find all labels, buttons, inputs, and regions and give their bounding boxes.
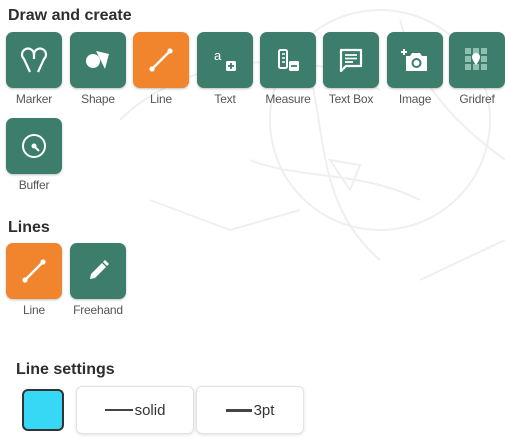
- tool-line[interactable]: Line: [132, 32, 190, 106]
- tool-label: Text Box: [328, 92, 374, 106]
- pencil-icon: [90, 260, 109, 279]
- section-title-lines: Lines: [8, 219, 50, 236]
- line-settings-row: solid 3pt: [22, 385, 304, 435]
- tool-label: Shape: [81, 92, 115, 106]
- text-icon: a: [214, 48, 236, 71]
- line-mode-button[interactable]: [6, 243, 62, 299]
- tool-text-box[interactable]: Text Box: [322, 32, 380, 106]
- tool-label: Line: [150, 92, 172, 106]
- tool-label: Gridref: [459, 92, 495, 106]
- marker-button[interactable]: [6, 32, 62, 88]
- line-icon: [22, 259, 46, 283]
- gridref-button[interactable]: [449, 32, 505, 88]
- add-image-icon: [401, 49, 427, 71]
- measure-button[interactable]: [260, 32, 316, 88]
- tool-image[interactable]: Image: [386, 32, 444, 106]
- text-box-button[interactable]: [323, 32, 379, 88]
- line-tool-freehand[interactable]: Freehand: [69, 243, 127, 317]
- tool-label: Marker: [15, 92, 53, 106]
- line-width-label: 3pt: [253, 401, 275, 419]
- svg-text:a: a: [214, 48, 222, 63]
- line-icon: [149, 48, 173, 72]
- text-box-icon: [339, 48, 363, 73]
- tool-shape[interactable]: Shape: [69, 32, 127, 106]
- tool-label: Freehand: [73, 303, 123, 317]
- tool-label: Text: [214, 92, 236, 106]
- line-style-label: solid: [134, 401, 166, 419]
- buffer-icon: [22, 134, 46, 158]
- measure-icon: [278, 49, 299, 71]
- text-button[interactable]: a: [197, 32, 253, 88]
- tool-label: Line: [23, 303, 45, 317]
- tool-buffer[interactable]: Buffer: [5, 118, 63, 192]
- image-button[interactable]: [387, 32, 443, 88]
- tool-gridref[interactable]: Gridref: [448, 32, 505, 106]
- buffer-button[interactable]: [6, 118, 62, 174]
- solid-line-sample: [104, 409, 133, 411]
- shape-button[interactable]: [70, 32, 126, 88]
- line-tool-line[interactable]: Line: [5, 243, 63, 317]
- tool-measure[interactable]: Measure: [259, 32, 317, 106]
- marker-icon: [20, 47, 48, 73]
- line-button[interactable]: [133, 32, 189, 88]
- tool-text[interactable]: a Text: [196, 32, 254, 106]
- tool-label: Measure: [265, 92, 311, 106]
- tool-label: Buffer: [18, 178, 50, 192]
- line-style-button[interactable]: solid: [76, 386, 194, 434]
- gridref-icon: [465, 48, 487, 70]
- freehand-button[interactable]: [70, 243, 126, 299]
- shape-icon: [86, 51, 109, 69]
- section-title-line-settings: Line settings: [16, 361, 115, 378]
- line-color-swatch[interactable]: [22, 389, 64, 431]
- section-title-draw-create: Draw and create: [8, 7, 132, 24]
- line-width-button[interactable]: 3pt: [196, 386, 304, 434]
- width-line-sample: [225, 408, 252, 412]
- tool-label: Image: [398, 92, 432, 106]
- tool-marker[interactable]: Marker: [5, 32, 63, 106]
